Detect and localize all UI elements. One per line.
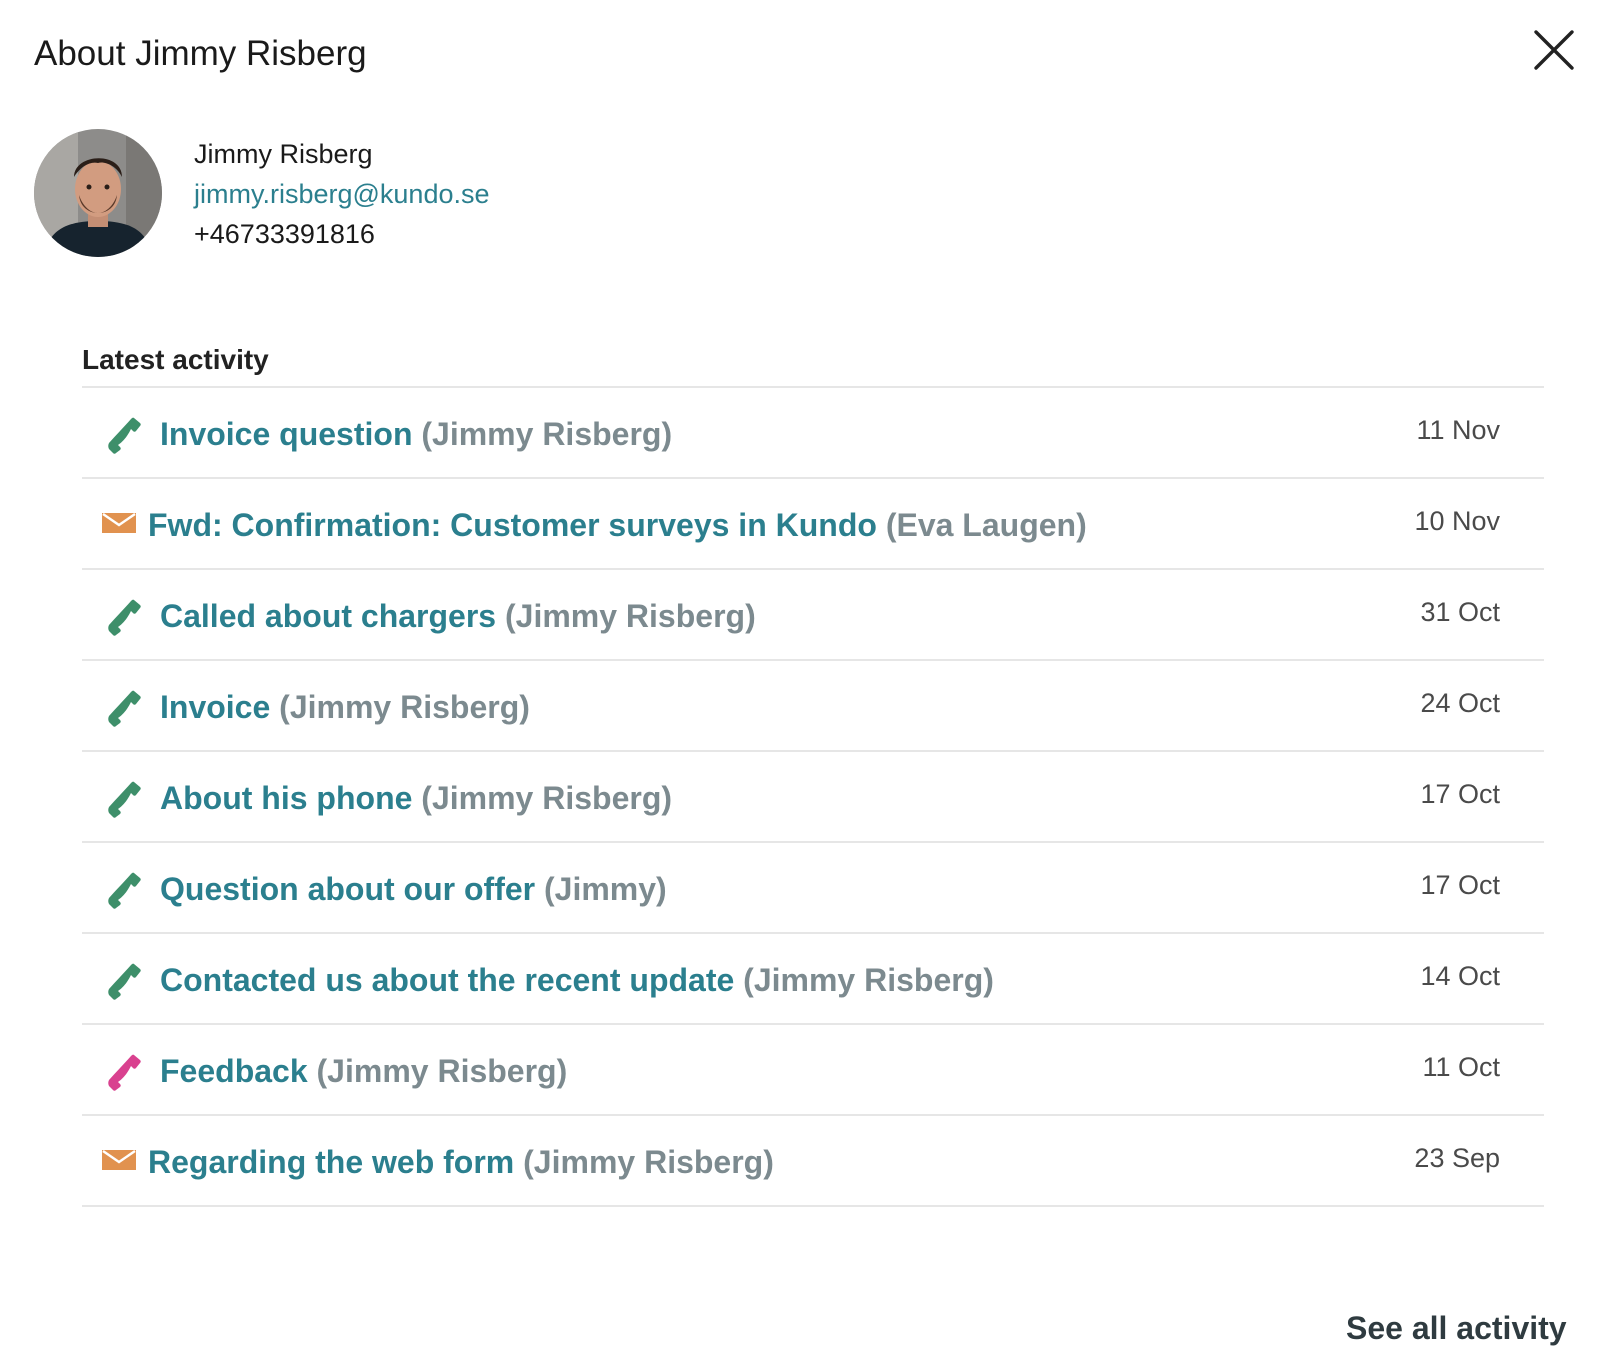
avatar <box>34 129 162 257</box>
activity-author: (Jimmy Risberg) <box>504 598 756 634</box>
activity-item-title[interactable]: About his phone (Jimmy Risberg) <box>160 778 672 818</box>
activity-item-title[interactable]: Contacted us about the recent update (Ji… <box>160 960 994 1000</box>
phone-icon <box>108 872 141 909</box>
activity-item-title[interactable]: Feedback (Jimmy Risberg) <box>160 1051 567 1091</box>
contact-name: Jimmy Risberg <box>194 139 373 169</box>
activity-item-title[interactable]: Fwd: Confirmation: Customer surveys in K… <box>148 505 1087 545</box>
mail-icon <box>102 513 136 533</box>
activity-item[interactable]: Contacted us about the recent update (Ji… <box>82 934 1544 1025</box>
activity-item-title[interactable]: Invoice question (Jimmy Risberg) <box>160 414 672 454</box>
activity-section: Latest activity Invoice question (Jimmy … <box>82 340 1544 1256</box>
activity-date: 14 Oct <box>1420 961 1500 991</box>
activity-item-title[interactable]: Called about chargers (Jimmy Risberg) <box>160 596 756 636</box>
contact-info: Jimmy Risberg jimmy.risberg@kundo.se +46… <box>194 134 490 254</box>
activity-author: (Jimmy) <box>543 871 667 907</box>
activity-subject: Fwd: Confirmation: Customer surveys in K… <box>148 507 877 543</box>
activity-date: 31 Oct <box>1420 597 1500 627</box>
activity-date: 17 Oct <box>1420 870 1500 900</box>
activity-heading: Latest activity <box>82 340 1544 388</box>
activity-date: 10 Nov <box>1414 506 1500 536</box>
activity-item-title[interactable]: Question about our offer (Jimmy) <box>160 869 667 909</box>
activity-subject: Invoice question <box>160 416 413 452</box>
see-all-activity-link[interactable]: See all activity <box>1346 1306 1567 1350</box>
activity-author: (Jimmy Risberg) <box>743 962 994 998</box>
activity-subject: Regarding the web form <box>148 1144 515 1180</box>
activity-subject: Invoice <box>160 689 271 725</box>
phone-icon <box>108 963 141 1000</box>
activity-item-title[interactable]: Invoice (Jimmy Risberg) <box>160 687 530 727</box>
activity-author: (Eva Laugen) <box>885 507 1087 543</box>
contact-phone: +46733391816 <box>194 219 375 249</box>
activity-item[interactable]: Called about chargers (Jimmy Risberg) 31 … <box>82 570 1544 661</box>
activity-item[interactable]: Invoice question (Jimmy Risberg) 11 Nov <box>82 388 1544 479</box>
activity-item[interactable]: Fwd: Confirmation: Customer surveys in K… <box>82 479 1544 570</box>
activity-date: 17 Oct <box>1420 779 1500 809</box>
phone-icon <box>108 599 141 636</box>
activity-item-title[interactable]: Regarding the web form (Jimmy Risberg) <box>148 1142 774 1182</box>
activity-author: (Jimmy Risberg) <box>523 1144 774 1180</box>
activity-item[interactable]: Question about our offer (Jimmy) 17 Oct <box>82 843 1544 934</box>
activity-date: 23 Sep <box>1414 1143 1500 1173</box>
dialog-title: About Jimmy Risberg <box>34 34 367 73</box>
phone-icon <box>108 690 141 727</box>
activity-item[interactable]: Invoice (Jimmy Risberg) 24 Oct <box>82 661 1544 752</box>
activity-item[interactable]: Feedback (Jimmy Risberg) 11 Oct <box>82 1025 1544 1116</box>
activity-subject: Question about our offer <box>160 871 536 907</box>
activity-author: (Jimmy Risberg) <box>279 689 530 725</box>
activity-subject: Feedback <box>160 1053 308 1089</box>
activity-item[interactable]: Regarding the web form (Jimmy Risberg) 23… <box>82 1116 1544 1207</box>
activity-subject: About his phone <box>160 780 413 816</box>
activity-list: Invoice question (Jimmy Risberg) 11 Nov Fw… <box>82 388 1544 1256</box>
phone-icon <box>108 781 141 818</box>
activity-date: 24 Oct <box>1420 688 1500 718</box>
activity-item[interactable]: About his phone (Jimmy Risberg) 17 Oct <box>82 752 1544 843</box>
activity-author: (Jimmy Risberg) <box>316 1053 568 1089</box>
contact-email-link[interactable]: jimmy.risberg@kundo.se <box>194 174 490 214</box>
activity-date: 11 Oct <box>1422 1052 1500 1082</box>
activity-subject: Called about chargers <box>160 598 497 634</box>
activity-author: (Jimmy Risberg) <box>421 780 673 816</box>
phone-icon <box>108 417 141 454</box>
activity-author: (Jimmy Risberg) <box>421 416 673 452</box>
phone-icon <box>108 1054 141 1091</box>
mail-icon <box>102 1150 136 1170</box>
activity-date: 11 Nov <box>1416 415 1500 445</box>
close-icon <box>1534 30 1574 70</box>
close-button[interactable] <box>1532 28 1576 72</box>
activity-subject: Contacted us about the recent update <box>160 962 735 998</box>
